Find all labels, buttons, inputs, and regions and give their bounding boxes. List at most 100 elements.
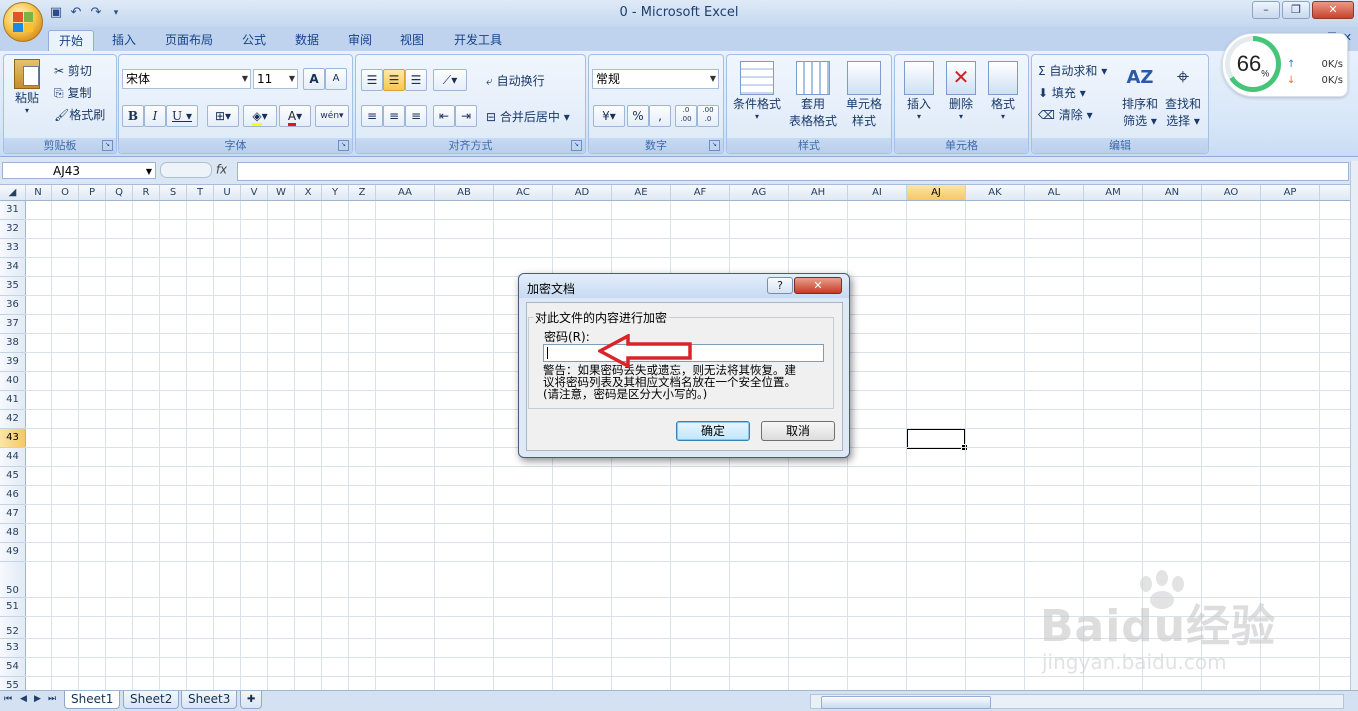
row-header[interactable]: 41 xyxy=(0,391,25,410)
column-header[interactable]: T xyxy=(187,185,214,200)
accounting-format-button[interactable]: ¥▾ xyxy=(593,105,625,127)
font-size-select[interactable]: 11 ▼ xyxy=(253,69,298,89)
tab-home[interactable]: 开始 xyxy=(48,30,95,52)
insert-cells-button[interactable]: 插入 ▾ xyxy=(899,61,939,121)
tab-insert[interactable]: 插入 xyxy=(102,30,146,51)
cancel-button[interactable]: 取消 xyxy=(761,421,835,441)
column-header[interactable]: AD xyxy=(553,185,612,200)
active-cell[interactable] xyxy=(906,428,968,451)
font-color-button[interactable]: A▾ xyxy=(279,105,311,127)
row-header[interactable]: 51 xyxy=(0,598,25,617)
row-header[interactable]: 44 xyxy=(0,448,25,467)
grow-font-button[interactable]: A xyxy=(303,68,325,90)
column-header[interactable]: AI xyxy=(848,185,907,200)
insert-function-button[interactable]: fx xyxy=(160,162,235,179)
column-header[interactable]: AK xyxy=(966,185,1025,200)
font-name-select[interactable]: 宋体 ▼ xyxy=(122,69,251,89)
cell-styles-button[interactable]: 单元格 样式 xyxy=(839,61,889,129)
row-header[interactable]: 45 xyxy=(0,467,25,486)
row-header[interactable]: 36 xyxy=(0,296,25,315)
borders-button[interactable]: ⊞▾ xyxy=(207,105,239,127)
italic-button[interactable]: I xyxy=(144,105,166,127)
row-header[interactable]: 50 xyxy=(0,562,25,598)
network-speed-widget[interactable]: 66% ↑ 0K/s ↓ 0K/s xyxy=(1222,33,1348,97)
increase-decimal-button[interactable]: .0 .00 xyxy=(675,105,697,127)
tab-page-layout[interactable]: 页面布局 xyxy=(155,30,223,51)
column-header[interactable]: AG xyxy=(730,185,789,200)
prev-sheet-icon[interactable]: ◀ xyxy=(20,694,27,704)
alignment-launcher-icon[interactable]: ↘ xyxy=(571,140,582,151)
dialog-help-button[interactable]: ? xyxy=(767,277,793,294)
tab-data[interactable]: 数据 xyxy=(285,30,329,51)
row-header[interactable]: 40 xyxy=(0,372,25,391)
row-header[interactable]: 49 xyxy=(0,543,25,562)
format-painter-button[interactable]: 🖌格式刷 xyxy=(54,106,105,123)
next-sheet-icon[interactable]: ▶ xyxy=(34,694,41,704)
row-header[interactable]: 46 xyxy=(0,486,25,505)
fill-button[interactable]: ⬇ 填充 ▾ xyxy=(1038,84,1086,101)
autosum-button[interactable]: Σ 自动求和 ▾ xyxy=(1038,62,1107,79)
number-launcher-icon[interactable]: ↘ xyxy=(709,140,720,151)
row-header[interactable]: 48 xyxy=(0,524,25,543)
column-header[interactable]: S xyxy=(160,185,187,200)
last-sheet-icon[interactable]: ⏭ xyxy=(48,694,56,704)
row-header[interactable]: 32 xyxy=(0,220,25,239)
tab-formulas[interactable]: 公式 xyxy=(232,30,276,51)
align-right-button[interactable]: ≡ xyxy=(405,105,427,127)
column-header[interactable]: AA xyxy=(376,185,435,200)
phonetic-button[interactable]: wén▾ xyxy=(315,105,349,127)
bold-button[interactable]: B xyxy=(122,105,144,127)
row-header[interactable]: 54 xyxy=(0,658,25,677)
column-header[interactable]: AM xyxy=(1084,185,1143,200)
sheet-tab[interactable]: Sheet2 xyxy=(123,691,180,709)
align-center-button[interactable]: ≡ xyxy=(383,105,405,127)
column-header[interactable]: AL xyxy=(1025,185,1084,200)
column-header[interactable]: V xyxy=(241,185,268,200)
paste-button[interactable]: 粘贴 ▾ xyxy=(10,59,44,115)
column-header[interactable]: AF xyxy=(671,185,730,200)
delete-cells-button[interactable]: ✕ 删除 ▾ xyxy=(941,61,981,121)
column-header[interactable]: O xyxy=(52,185,79,200)
cut-button[interactable]: ✂ 剪切 xyxy=(54,62,92,79)
align-top-button[interactable]: ☰ xyxy=(361,69,383,91)
decrease-indent-button[interactable]: ⇤ xyxy=(433,105,455,127)
formula-input[interactable] xyxy=(237,162,1349,181)
column-header[interactable]: AP xyxy=(1261,185,1320,200)
column-header[interactable]: AB xyxy=(435,185,494,200)
column-header[interactable]: AJ xyxy=(907,185,966,200)
row-header[interactable]: 42 xyxy=(0,410,25,429)
tab-review[interactable]: 审阅 xyxy=(338,30,382,51)
font-launcher-icon[interactable]: ↘ xyxy=(338,140,349,151)
fill-color-button[interactable]: ◈▾ xyxy=(243,105,277,127)
conditional-format-button[interactable]: 条件格式 ▾ xyxy=(731,61,783,121)
format-cells-button[interactable]: 格式 ▾ xyxy=(983,61,1023,121)
row-header[interactable]: 55 xyxy=(0,677,25,690)
column-header[interactable]: W xyxy=(268,185,295,200)
column-header[interactable]: AO xyxy=(1202,185,1261,200)
scroll-thumb[interactable] xyxy=(821,696,991,709)
align-left-button[interactable]: ≡ xyxy=(361,105,383,127)
row-header[interactable]: 53 xyxy=(0,639,25,658)
orientation-button[interactable]: ⟋▾ xyxy=(433,69,467,91)
tab-developer[interactable]: 开发工具 xyxy=(444,30,512,51)
vertical-scrollbar[interactable] xyxy=(1350,161,1358,690)
insert-sheet-icon[interactable]: ✚ xyxy=(240,691,263,709)
underline-button[interactable]: U ▾ xyxy=(166,105,198,127)
row-header[interactable]: 38 xyxy=(0,334,25,353)
dialog-close-button[interactable]: ✕ xyxy=(794,277,842,294)
column-header[interactable]: N xyxy=(25,185,52,200)
find-select-button[interactable]: ⌖ 查找和 选择 ▾ xyxy=(1162,61,1204,129)
copy-button[interactable]: ⎘ 复制 xyxy=(54,84,91,101)
increase-indent-button[interactable]: ⇥ xyxy=(455,105,477,127)
row-header[interactable]: 35 xyxy=(0,277,25,296)
column-header[interactable]: X xyxy=(295,185,322,200)
align-middle-button[interactable]: ☰ xyxy=(383,69,405,91)
column-header[interactable]: Z xyxy=(349,185,376,200)
name-box[interactable]: AJ43 ▼ xyxy=(2,162,156,179)
merge-center-button[interactable]: ⊟ 合并后居中 ▾ xyxy=(486,108,570,125)
ok-button[interactable]: 确定 xyxy=(676,421,750,441)
comma-style-button[interactable]: , xyxy=(649,105,671,127)
column-header[interactable]: R xyxy=(133,185,160,200)
row-header[interactable]: 39 xyxy=(0,353,25,372)
horizontal-scrollbar[interactable] xyxy=(810,694,1344,709)
